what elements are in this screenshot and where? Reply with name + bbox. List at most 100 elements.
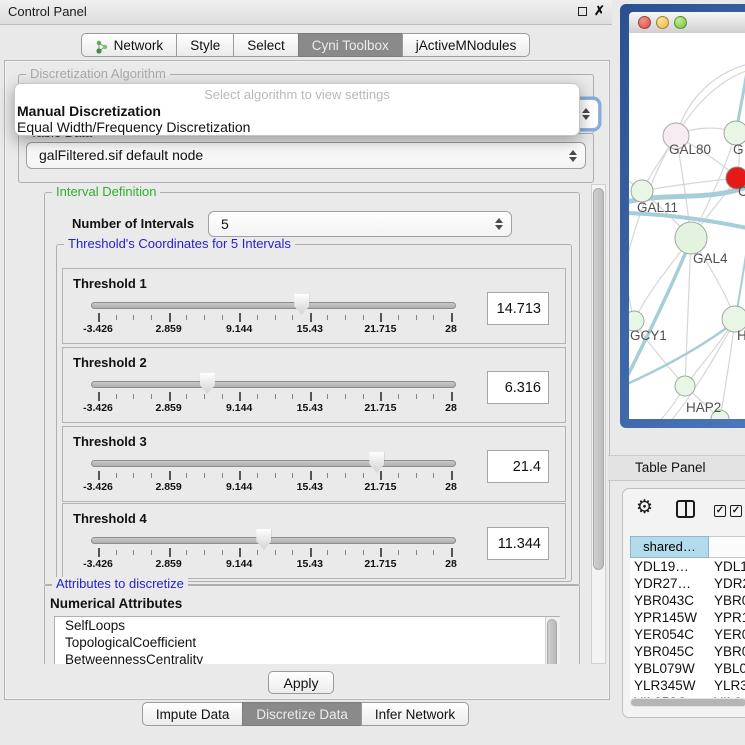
tick-label: 2.859 bbox=[141, 558, 197, 570]
table-row[interactable]: YBL079WYBL0 bbox=[630, 660, 745, 677]
thresholds-group-label: Threshold's Coordinates for 5 Intervals bbox=[64, 237, 295, 251]
tick-mark bbox=[257, 473, 258, 478]
cell-shared-name[interactable]: YLR345W bbox=[630, 677, 709, 694]
node-label-gal80: GAL80 bbox=[669, 142, 711, 157]
interval-definition-label: Interval Definition bbox=[52, 185, 160, 199]
gear-icon[interactable] bbox=[636, 498, 653, 518]
float-window-icon[interactable] bbox=[578, 7, 587, 16]
slider-ticks bbox=[98, 392, 451, 402]
table-row[interactable]: YBR043CYBR0 bbox=[630, 592, 745, 609]
cell-shared-name[interactable]: YBL079W bbox=[630, 660, 709, 677]
columns-icon[interactable] bbox=[676, 500, 695, 518]
tick-label: 21.715 bbox=[352, 402, 408, 414]
cell-shared-name[interactable]: YER054C bbox=[630, 626, 709, 643]
numerical-attributes-list[interactable]: SelfLoopsTopologicalCoefficientBetweenne… bbox=[54, 616, 560, 664]
table-row[interactable]: YLR345WYLR3 bbox=[630, 677, 745, 694]
zoom-traffic-light-icon[interactable] bbox=[674, 16, 687, 29]
slider-thumb[interactable] bbox=[369, 452, 384, 473]
tick-mark bbox=[204, 473, 205, 478]
tab-discretize-data[interactable]: Discretize Data bbox=[242, 702, 362, 726]
list-item-betweennesscentrality[interactable]: BetweennessCentrality bbox=[55, 651, 559, 664]
cell-name[interactable]: YDL1 bbox=[709, 558, 745, 575]
table-row[interactable]: YER054CYER0 bbox=[630, 626, 745, 643]
spinner-arrows-icon bbox=[569, 150, 577, 162]
slider-thumb[interactable] bbox=[294, 294, 309, 315]
tick-label: 2.859 bbox=[141, 323, 197, 335]
tab-infer-network[interactable]: Infer Network bbox=[361, 702, 469, 726]
minimize-traffic-light-icon[interactable] bbox=[656, 16, 669, 29]
cell-name[interactable]: YPR1 bbox=[709, 609, 745, 626]
table-data-combobox[interactable]: galFiltered.sif default node bbox=[26, 142, 586, 169]
cell-shared-name[interactable]: YPR145W bbox=[630, 609, 709, 626]
cell-name[interactable]: YBL0 bbox=[709, 660, 745, 677]
tab-style[interactable]: Style bbox=[176, 33, 234, 57]
threshold-value-field[interactable]: 21.4 bbox=[487, 450, 549, 483]
cell-shared-name[interactable]: YDR27… bbox=[630, 575, 709, 592]
cell-shared-name[interactable]: YBR043C bbox=[630, 592, 709, 609]
table-row[interactable]: YBR045CYBR0 bbox=[630, 643, 745, 660]
tick-label: 2.859 bbox=[141, 402, 197, 414]
tab-cyni-toolbox[interactable]: Cyni Toolbox bbox=[298, 33, 403, 57]
tick-mark bbox=[222, 473, 223, 478]
cell-name[interactable]: YDR2 bbox=[709, 575, 745, 592]
tab-network[interactable]: Network bbox=[81, 33, 178, 57]
tick-mark bbox=[433, 394, 434, 399]
cell-name[interactable]: YER0 bbox=[709, 626, 745, 643]
tick-mark bbox=[398, 473, 399, 478]
tick-mark bbox=[186, 473, 187, 478]
cell-shared-name[interactable]: YDL19… bbox=[630, 558, 709, 575]
network-window-titlebar[interactable] bbox=[629, 12, 745, 33]
node-gal11[interactable] bbox=[631, 180, 653, 202]
settings-scrollbar-thumb[interactable] bbox=[593, 188, 604, 570]
table-horizontal-scrollbar-thumb[interactable] bbox=[631, 699, 745, 706]
slider-track[interactable] bbox=[91, 381, 456, 388]
table-row[interactable]: YDL19…YDL1 bbox=[630, 558, 745, 575]
close-traffic-light-icon[interactable] bbox=[638, 16, 651, 29]
tab-label: Cyni Toolbox bbox=[312, 34, 389, 57]
column-header-shared-name[interactable]: shared… bbox=[630, 536, 709, 558]
tick-mark bbox=[398, 550, 399, 555]
node-gal4[interactable] bbox=[675, 222, 707, 254]
slider-thumb[interactable] bbox=[200, 373, 215, 394]
column-header-name[interactable]: na bbox=[709, 536, 745, 558]
number-of-intervals-combobox[interactable]: 5 bbox=[208, 211, 512, 237]
checkbox-icon[interactable] bbox=[730, 505, 742, 517]
tick-mark bbox=[363, 394, 364, 399]
checkbox-icon[interactable] bbox=[714, 505, 726, 517]
cell-name[interactable]: YLR3 bbox=[709, 677, 745, 694]
threshold-value-field[interactable]: 6.316 bbox=[487, 371, 549, 404]
control-panel-tabs: NetworkStyleSelect Cyni Toolbox jActiveMNo… bbox=[0, 33, 612, 57]
slider-track[interactable] bbox=[91, 460, 456, 467]
tab-impute-data[interactable]: Impute Data bbox=[142, 702, 244, 726]
tick-mark bbox=[239, 313, 241, 322]
cell-name[interactable]: YBR0 bbox=[709, 643, 745, 660]
cell-name[interactable]: YBR0 bbox=[709, 592, 745, 609]
dropdown-option-equal-width-frequency[interactable]: Equal Width/Frequency Discretization bbox=[17, 119, 250, 135]
tick-label: 9.144 bbox=[211, 402, 267, 414]
threshold-panel-3: Threshold 3-3.4262.8599.14415.4321.71528… bbox=[62, 426, 566, 502]
tab-select[interactable]: Select bbox=[233, 33, 299, 57]
threshold-value-field[interactable]: 14.713 bbox=[487, 292, 549, 325]
network-graph: GAL80 G C GAL11 GAL4 GCY1 H HAP2 bbox=[629, 33, 745, 419]
list-item-selfloops[interactable]: SelfLoops bbox=[55, 617, 559, 634]
cell-shared-name[interactable]: YBR045C bbox=[630, 643, 709, 660]
close-icon[interactable] bbox=[594, 3, 605, 19]
network-view-canvas[interactable]: GAL80 G C GAL11 GAL4 GCY1 H HAP2 bbox=[629, 33, 745, 419]
settings-scroll-area: Interval Definition Number of Intervals … bbox=[12, 184, 590, 664]
table-row[interactable]: YDR27…YDR2 bbox=[630, 575, 745, 592]
slider-track[interactable] bbox=[91, 537, 456, 544]
table-row[interactable]: YPR145WYPR1 bbox=[630, 609, 745, 626]
list-item-topologicalcoefficient[interactable]: TopologicalCoefficient bbox=[55, 634, 559, 651]
tick-mark bbox=[433, 550, 434, 555]
slider-thumb[interactable] bbox=[256, 529, 271, 550]
dropdown-option-manual-discretization[interactable]: Manual Discretization bbox=[17, 103, 161, 119]
attributes-list-scrollbar-thumb[interactable] bbox=[547, 619, 557, 664]
tab-jactivemnodules[interactable]: jActiveMNodules bbox=[402, 33, 531, 57]
threshold-value-field[interactable]: 11.344 bbox=[487, 527, 549, 560]
slider-track[interactable] bbox=[91, 302, 456, 309]
tick-label: -3.426 bbox=[70, 402, 126, 414]
apply-button[interactable]: Apply bbox=[268, 671, 334, 694]
control-panel-title: Control Panel bbox=[8, 4, 87, 19]
algorithm-dropdown-popup: Select algorithm to view settings Manual… bbox=[14, 83, 580, 136]
node-hap2[interactable] bbox=[675, 376, 695, 396]
